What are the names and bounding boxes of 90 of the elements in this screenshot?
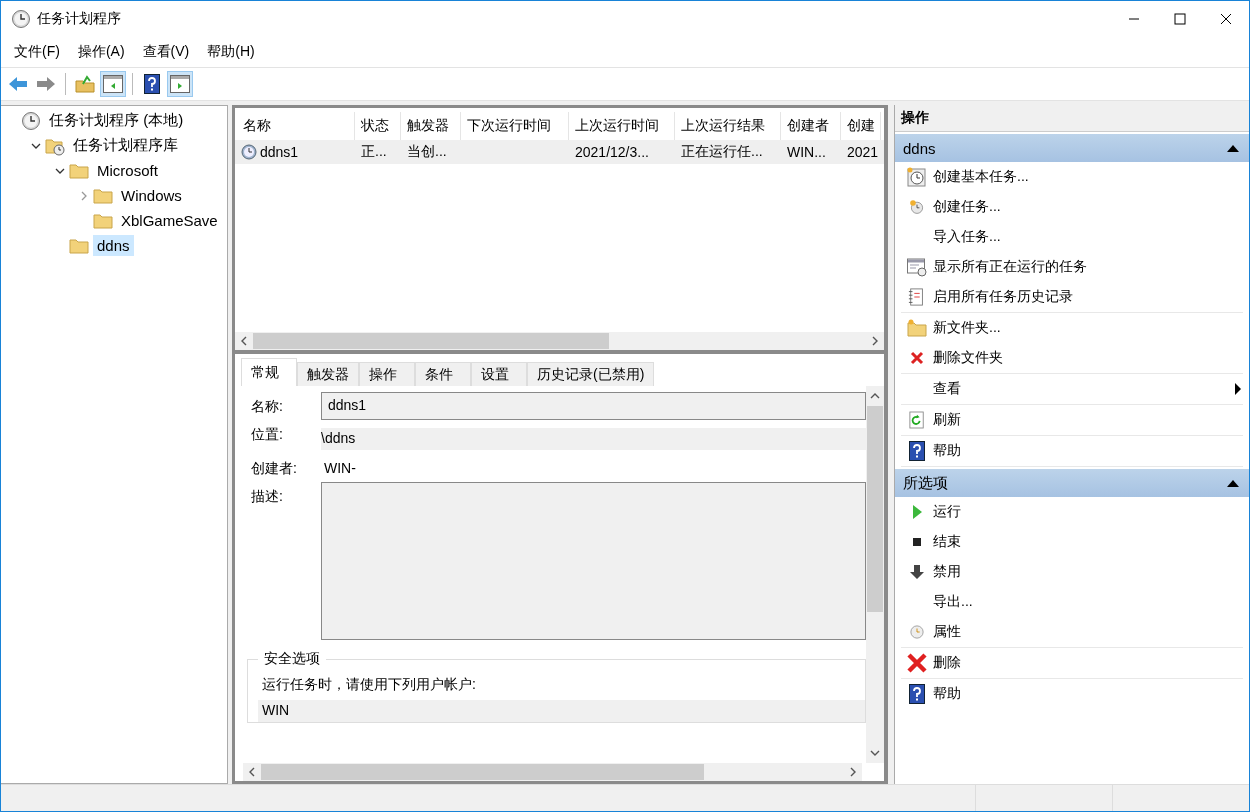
table-cell: 2021/12/3... — [575, 144, 649, 160]
help-icon — [909, 441, 925, 461]
action-item[interactable]: 创建任务... — [901, 192, 1243, 222]
description-field[interactable] — [321, 482, 866, 640]
help-icon — [909, 684, 925, 704]
menu-item[interactable]: 操作(A) — [70, 41, 132, 63]
action-item[interactable]: 运行 — [901, 497, 1243, 527]
group-title: 安全选项 — [263, 650, 321, 668]
tab[interactable]: 常规 — [241, 358, 297, 386]
calendar-clock-icon — [907, 257, 927, 277]
tab[interactable]: 历史记录(已禁用) — [527, 362, 655, 386]
tree-item[interactable]: Windows — [117, 185, 186, 206]
clock-icon — [909, 199, 925, 215]
table-cell: 当创... — [407, 143, 447, 161]
tab[interactable]: 设置 — [471, 362, 527, 386]
table-cell: WIN... — [787, 144, 826, 160]
tab[interactable]: 触发器 — [297, 362, 359, 386]
play-icon — [911, 504, 923, 520]
tree-item[interactable]: Microsoft — [93, 160, 162, 181]
table-cell: ddns1 — [260, 144, 299, 160]
field-label: 描述: — [251, 487, 284, 506]
right-arrow-icon — [36, 76, 56, 92]
submenu-arrow-icon — [1235, 383, 1241, 395]
action-item[interactable]: 导入任务... — [901, 222, 1243, 252]
down-arrow-icon — [909, 564, 925, 580]
location-field: \ddns — [321, 428, 866, 450]
chevron-right-icon[interactable] — [79, 190, 89, 201]
clock-icon — [21, 110, 41, 131]
field-label: 位置: — [251, 425, 284, 444]
tab[interactable]: 条件 — [415, 362, 471, 386]
action-item[interactable]: 帮助 — [901, 436, 1243, 466]
horizontal-scrollbar[interactable] — [243, 763, 862, 781]
section-header[interactable]: 所选项 — [895, 469, 1249, 497]
clock-icon — [11, 9, 31, 29]
field-label: 名称: — [251, 397, 284, 416]
window-title: 任务计划程序 — [37, 10, 121, 28]
clock-icon — [910, 625, 924, 639]
field-label: 创建者: — [251, 459, 298, 478]
pane-icon — [103, 75, 123, 93]
menu-item[interactable]: 帮助(H) — [200, 41, 262, 63]
account-label: 运行任务时，请使用下列用户帐户: — [261, 675, 477, 694]
tree-item[interactable]: XblGameSave — [117, 210, 222, 231]
action-item[interactable]: 结束 — [901, 527, 1243, 557]
collapse-icon[interactable] — [1227, 144, 1239, 152]
account-field: WIN — [258, 700, 865, 722]
table-cell: 正在运行任... — [681, 143, 763, 161]
tree-item[interactable]: 任务计划程序库 — [69, 134, 182, 157]
notebook-icon — [908, 287, 926, 307]
action-item[interactable]: 查看 — [901, 374, 1243, 404]
help-icon — [144, 74, 160, 94]
action-item[interactable]: 帮助 — [901, 679, 1243, 709]
vertical-scrollbar[interactable] — [866, 386, 884, 763]
section-header[interactable]: ddns — [895, 134, 1249, 162]
name-field[interactable]: ddns1 — [321, 392, 866, 420]
refresh-icon — [909, 411, 925, 429]
delete-icon — [910, 351, 924, 365]
tree-item[interactable]: ddns — [93, 235, 134, 256]
horizontal-scrollbar[interactable] — [235, 332, 884, 350]
author-field: WIN- — [321, 454, 866, 482]
delete-icon — [907, 653, 927, 673]
table-cell: 正... — [361, 143, 387, 161]
action-item[interactable]: 导出... — [901, 587, 1243, 617]
table-cell: 2021 — [847, 144, 879, 160]
clock-icon — [241, 144, 257, 160]
menu-item[interactable]: 文件(F) — [7, 41, 67, 63]
action-item[interactable]: 启用所有任务历史记录 — [901, 282, 1243, 312]
action-item[interactable]: 删除 — [901, 648, 1243, 678]
action-item[interactable]: 新文件夹... — [901, 313, 1243, 343]
menu-item[interactable]: 查看(V) — [135, 41, 197, 63]
collapse-icon[interactable] — [1227, 479, 1239, 487]
folder-icon — [75, 75, 95, 93]
action-item[interactable]: 删除文件夹 — [901, 343, 1243, 373]
scroll-down-icon[interactable] — [870, 749, 880, 757]
tree-item[interactable]: 任务计划程序 (本地) — [45, 109, 188, 132]
action-item[interactable]: 禁用 — [901, 557, 1243, 587]
left-arrow-icon — [8, 76, 28, 92]
section-title: 所选项 — [903, 473, 948, 493]
stop-icon — [911, 536, 923, 548]
scroll-up-icon[interactable] — [870, 392, 880, 400]
section-title: ddns — [903, 139, 936, 157]
clock-icon — [907, 167, 927, 187]
pane-icon — [170, 75, 190, 93]
folder-icon — [907, 319, 927, 337]
table-row[interactable]: ddns1 正... 当创... 2021/12/3... 正在运行任... WIN... 2021 — [235, 140, 884, 164]
tab[interactable]: 操作 — [359, 362, 415, 386]
action-item[interactable]: 显示所有正在运行的任务 — [901, 252, 1243, 282]
action-item[interactable]: 创建基本任务... — [901, 162, 1243, 192]
action-item[interactable]: 刷新 — [901, 405, 1243, 435]
pane-title: 操作 — [895, 105, 1249, 132]
action-item[interactable]: 属性 — [901, 617, 1243, 647]
